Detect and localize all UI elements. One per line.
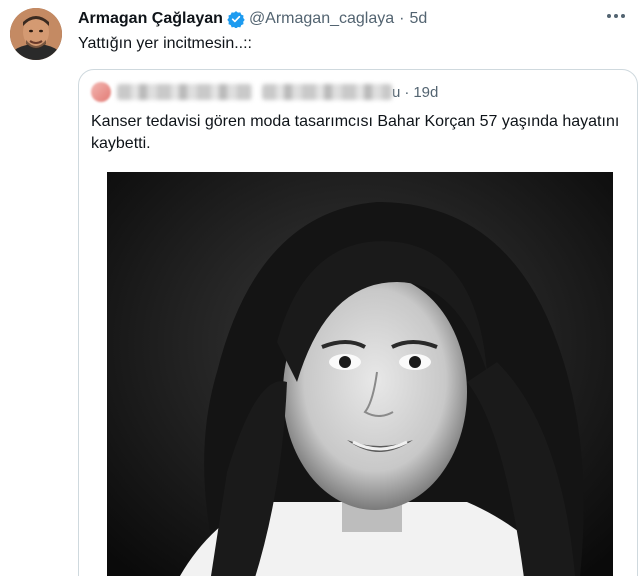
quoted-handle-tail: u — [392, 83, 401, 101]
quoted-tweet[interactable]: u · 19d Kanser tedavisi gören moda tasar… — [78, 69, 638, 576]
quoted-author-name-blurred — [117, 84, 252, 100]
author-display-name[interactable]: Armagan Çağlayan — [78, 10, 223, 28]
verified-badge-icon — [227, 10, 245, 28]
quoted-tweet-photo[interactable] — [107, 172, 613, 576]
author-handle[interactable]: @Armagan_caglaya — [249, 10, 394, 28]
author-avatar[interactable] — [10, 8, 62, 60]
quoted-author-avatar[interactable] — [91, 82, 111, 102]
separator-dot: · — [399, 10, 405, 27]
tweet-text: Yattığın yer incitmesin..:: — [78, 35, 252, 52]
tweet-timestamp[interactable]: 5d — [409, 10, 427, 28]
tweet-header: Armagan Çağlayan @Armagan_caglaya · 5d — [78, 8, 427, 30]
quoted-tweet-header: u · 19d — [91, 82, 438, 102]
quoted-tweet-text: Kanser tedavisi gören moda tasarımcısı B… — [91, 113, 620, 152]
tweet[interactable]: Armagan Çağlayan @Armagan_caglaya · 5d Y… — [0, 0, 640, 576]
separator-dot: · — [404, 83, 410, 101]
more-options-icon[interactable] — [604, 6, 628, 26]
quoted-tweet-timestamp[interactable]: 19d — [413, 84, 438, 101]
quoted-author-handle-blurred — [262, 84, 392, 100]
